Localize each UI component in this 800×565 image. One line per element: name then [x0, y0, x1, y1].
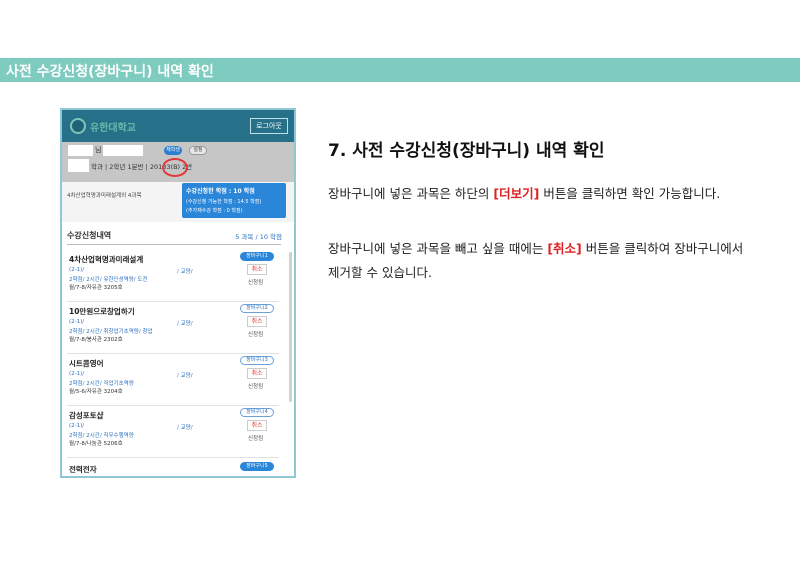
highlight-circle	[162, 158, 188, 177]
registration-list: 수강신청내역 5 과목 / 10 학점 4차산업혁명과미래설계 (2-1)/ /…	[62, 222, 294, 476]
mobile-app-screenshot: 유한대학교 로그아웃 님 재학생 설정 학과 | 2학년 1분반 | 20183…	[60, 108, 296, 478]
course-name: 감성포토샵	[69, 411, 104, 420]
settings-button[interactable]: 설정	[189, 146, 207, 155]
course-detail: 2학점/ 2시간/ 직무수행역량	[69, 433, 134, 439]
cancel-button[interactable]: 취소	[247, 316, 267, 327]
item-divider	[67, 353, 279, 354]
cart-badge: 장바구니4	[240, 408, 274, 417]
logout-button[interactable]: 로그아웃	[250, 118, 288, 134]
course-code: (2-1)/	[69, 423, 85, 429]
section-header-bar: 사전 수강신청(장바구니) 내역 확인	[0, 58, 800, 82]
list-item: 시트콤영어 (2-1)/ / 교양/ 2학점/ 2시간/ 직업기초역량 월/5-…	[62, 356, 294, 406]
student-status-button[interactable]: 재학생	[164, 146, 182, 155]
section-header-title: 사전 수강신청(장바구니) 내역 확인	[6, 64, 214, 80]
course-schedule: 월/5-6/자유관 3204호	[69, 389, 123, 395]
list-heading: 수강신청내역	[67, 231, 112, 240]
cart-badge: 장바구니5	[240, 462, 274, 471]
list-divider	[67, 244, 281, 245]
course-detail: 2학점/ 2시간/ 직업기초역량	[69, 381, 134, 387]
more-keyword: [더보기]	[493, 186, 540, 201]
item-divider	[67, 301, 279, 302]
course-name: 전력전자	[69, 465, 97, 474]
course-name: 4차산업혁명과미래설계	[69, 255, 144, 264]
status-text: 신청됨	[248, 280, 264, 286]
p2-text-before: 장바구니에 넣은 과목을 빼고 싶을 때에는	[328, 241, 548, 256]
cart-badge: 장바구니2	[240, 304, 274, 313]
redacted-name	[68, 145, 93, 156]
status-text: 신청됨	[248, 384, 264, 390]
list-item: 4차산업혁명과미래설계 (2-1)/ / 교양/ 2학점/ 2시간/ 유한인성역…	[62, 252, 294, 302]
course-schedule: 월/7-8/자유관 3205호	[69, 285, 123, 291]
course-type: / 교양/	[177, 425, 193, 431]
course-schedule: 월/7-8/나눔관 5206호	[69, 441, 123, 447]
user-name-suffix: 님	[95, 146, 102, 154]
redacted-dept	[68, 159, 89, 172]
list-item: 10만원으로창업하기 (2-1)/ / 교양/ 2학점/ 2시간/ 취창업기초역…	[62, 304, 294, 354]
cancel-keyword: [취소]	[547, 241, 582, 256]
cart-badge: 장바구니3	[240, 356, 274, 365]
university-logo-text: 유한대학교	[90, 123, 136, 134]
step-title: 7. 사전 수강신청(장바구니) 내역 확인	[328, 141, 605, 161]
list-count: 5 과목 / 10 학점	[235, 233, 282, 241]
course-detail: 2학점/ 2시간/ 유한인성역량/ 도전	[69, 277, 148, 283]
course-detail: 2학점/ 2시간/ 취창업기초역량/ 창업	[69, 329, 153, 335]
app-top-bar: 유한대학교 로그아웃	[62, 110, 294, 142]
course-type: / 교양/	[177, 321, 193, 327]
course-type: / 교양/	[177, 269, 193, 275]
cancel-button[interactable]: 취소	[247, 420, 267, 431]
course-schedule: 월/7-8/봉사관 2302호	[69, 337, 123, 343]
list-item: 감성포토샵 (2-1)/ / 교양/ 2학점/ 2시간/ 직무수행역량 월/7-…	[62, 408, 294, 458]
status-text: 신청됨	[248, 436, 264, 442]
course-code: (2-1)/	[69, 371, 85, 377]
p1-text-before: 장바구니에 넣은 과목은 하단의	[328, 186, 494, 201]
credits-summary-box: 수강신청한 학점 : 10 학점 (수강신청 가능한 학점 : 14.5 학점)…	[182, 183, 286, 218]
cart-badge: 장바구니1	[240, 252, 274, 261]
instruction-paragraph-1: 장바구니에 넣은 과목은 하단의 [더보기] 버튼을 클릭하면 확인 가능합니다…	[328, 182, 758, 206]
course-code: (2-1)/	[69, 319, 85, 325]
instruction-paragraph-2: 장바구니에 넣은 과목을 빼고 싶을 때에는 [취소] 버튼을 클릭하여 장바구…	[328, 237, 758, 285]
redacted-id	[103, 145, 143, 156]
item-divider	[67, 405, 279, 406]
course-type: / 교양/	[177, 373, 193, 379]
course-name: 시트콤영어	[69, 359, 104, 368]
item-divider	[67, 457, 279, 458]
available-credits: (수강신청 가능한 학점 : 14.5 학점)	[186, 199, 262, 205]
summary-course-label: 4차산업혁명과미래설계외 4과목	[67, 193, 142, 199]
registered-credits: 수강신청한 학점 : 10 학점	[186, 188, 255, 195]
retake-credits: (추가재수강 학점 : 0 학점)	[186, 208, 243, 214]
university-logo-icon	[70, 118, 86, 134]
status-text: 신청됨	[248, 332, 264, 338]
cancel-button[interactable]: 취소	[247, 368, 267, 379]
course-code: (2-1)/	[69, 267, 85, 273]
cancel-button[interactable]: 취소	[247, 264, 267, 275]
p1-text-after: 버튼을 클릭하면 확인 가능합니다.	[539, 186, 721, 201]
registration-summary: 4차산업혁명과미래설계외 4과목 수강신청한 학점 : 10 학점 (수강신청 …	[62, 182, 294, 222]
user-info-bar: 님 재학생 설정 학과 | 2학년 1분반 | 20183(B) 2반	[62, 142, 294, 182]
course-name: 10만원으로창업하기	[69, 307, 135, 316]
list-item: 전력전자 장바구니5	[62, 462, 294, 476]
